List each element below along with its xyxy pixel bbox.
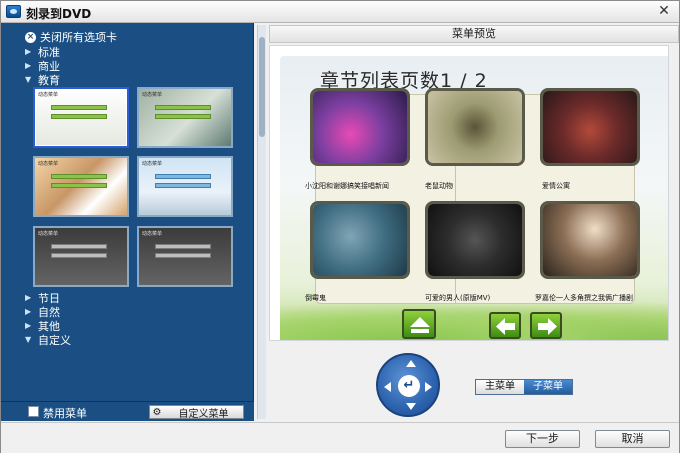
category-other[interactable]: ▶ 其他 (25, 319, 60, 333)
chapter-image (543, 204, 637, 276)
enter-icon[interactable]: ↵ (398, 375, 420, 397)
app-icon (6, 5, 21, 18)
expand-arrow-icon: ▶ (25, 47, 32, 56)
dpad-left-icon[interactable] (384, 382, 391, 392)
theme-thumbnail-2[interactable]: 动态菜单 (137, 87, 233, 148)
thumb-bar (155, 183, 211, 188)
dpad-up-icon[interactable] (406, 360, 416, 367)
background-hills (280, 301, 668, 340)
collapse-all-icon: × (25, 31, 36, 43)
thumb-bar (155, 114, 211, 119)
disable-menu-label: 禁用菜单 (43, 407, 87, 420)
menu-preview-header: 菜单预览 (269, 25, 679, 43)
next-button[interactable]: 下一步 (505, 430, 580, 448)
custom-menu-button[interactable]: ⚙ 自定义菜单 (149, 405, 244, 420)
theme-thumbnail-3[interactable]: 动态菜单 (33, 156, 129, 217)
thumb-bar (155, 253, 211, 258)
thumb-bar (51, 183, 107, 188)
category-holiday[interactable]: ▶ 节日 (25, 291, 60, 305)
category-education[interactable]: ▼ 教育 (25, 73, 60, 87)
menu-tab-toggle: 主菜单 子菜单 (475, 379, 573, 395)
custom-menu-label: 自定义菜单 (178, 408, 229, 420)
chapter-caption-6: 罗嘉伦一人多角撰之我俩广播剧 (535, 294, 633, 302)
theme-thumbnail-grid: 动态菜单 动态菜单 动态菜单 动态菜单 动态菜单 动态菜单 (33, 87, 233, 291)
chapter-caption-4: 倒霉鬼 (305, 294, 326, 302)
thumb-tag: 动态菜单 (142, 161, 163, 167)
gear-icon: ⚙ (152, 406, 162, 418)
theme-thumbnail-4[interactable]: 动态菜单 (137, 156, 233, 217)
chapter-thumbnail-3[interactable] (540, 88, 640, 166)
collapse-arrow-icon: ▼ (25, 75, 32, 84)
cancel-button[interactable]: 取消 (595, 430, 670, 448)
thumb-tag: 动态菜单 (142, 92, 163, 98)
expand-arrow-icon: ▶ (25, 293, 32, 302)
tab-main-menu[interactable]: 主菜单 (476, 380, 524, 394)
thumb-tag: 动态菜单 (38, 231, 59, 237)
category-business[interactable]: ▶ 商业 (25, 59, 60, 73)
eject-icon (410, 317, 430, 333)
previous-page-button[interactable] (489, 312, 521, 339)
chapter-thumbnail-2[interactable] (425, 88, 525, 166)
expand-arrow-icon: ▶ (25, 61, 32, 70)
close-window-button[interactable]: ✕ (655, 3, 673, 20)
next-page-button[interactable] (530, 312, 562, 339)
thumb-bar (155, 244, 211, 249)
theme-panel: × 关闭所有选项卡 ▶ 标准 ▶ 商业 ▼ 教育 动态菜单 动态菜单 动态菜单 (1, 23, 254, 421)
chapter-thumbnail-4[interactable] (310, 201, 410, 279)
menu-preview-area: 章节列表页数1 / 2 小沈阳和谢娜搞笑接唱新闻 老鼠动物 爱情公寓 倒霉鬼 可… (269, 45, 669, 341)
thumb-bar (51, 253, 107, 258)
thumb-bar (51, 114, 107, 119)
chapter-caption-2: 老鼠动物 (425, 182, 453, 190)
dpad-right-icon[interactable] (425, 382, 432, 392)
main-menu-nav-button[interactable] (402, 309, 436, 339)
theme-thumbnail-5[interactable]: 动态菜单 (33, 226, 129, 287)
category-standard[interactable]: ▶ 标准 (25, 45, 60, 59)
disable-menu-checkbox[interactable] (28, 406, 39, 417)
chapter-caption-1: 小沈阳和谢娜搞笑接唱新闻 (305, 182, 389, 190)
chapter-caption-5: 可爱的男人(原版MV) (425, 294, 491, 302)
chapter-thumbnail-1[interactable] (310, 88, 410, 166)
category-nature[interactable]: ▶ 自然 (25, 305, 60, 319)
preview-stage: 章节列表页数1 / 2 小沈阳和谢娜搞笑接唱新闻 老鼠动物 爱情公寓 倒霉鬼 可… (280, 56, 668, 340)
theme-thumbnail-1[interactable]: 动态菜单 (33, 87, 129, 148)
category-label: 自定义 (38, 333, 71, 347)
chapter-image (313, 91, 407, 163)
arrow-right-icon (538, 318, 557, 335)
tab-sub-menu[interactable]: 子菜单 (524, 380, 572, 394)
thumb-bar (51, 244, 107, 249)
close-all-tabs-link[interactable]: × 关闭所有选项卡 (25, 30, 117, 44)
thumb-tag: 动态菜单 (38, 92, 59, 98)
title-bar: 刻录到DVD ✕ (1, 1, 679, 23)
collapse-arrow-icon: ▼ (25, 335, 32, 344)
scrollbar-thumb[interactable] (259, 37, 265, 137)
chapter-thumbnail-5[interactable] (425, 201, 525, 279)
dpad-down-icon[interactable] (406, 403, 416, 410)
dvd-burn-window: 刻录到DVD ✕ × 关闭所有选项卡 ▶ 标准 ▶ 商业 ▼ 教育 动态菜单 动… (0, 0, 680, 453)
theme-thumbnail-6[interactable]: 动态菜单 (137, 226, 233, 287)
thumb-tag: 动态菜单 (38, 161, 59, 167)
chapter-image (428, 91, 522, 163)
thumb-bar (155, 105, 211, 110)
chapter-thumbnail-6[interactable] (540, 201, 640, 279)
category-custom[interactable]: ▼ 自定义 (25, 333, 71, 347)
remote-dpad: ↵ (376, 353, 440, 417)
thumb-bar (155, 174, 211, 179)
thumb-bar (51, 105, 107, 110)
category-label: 教育 (38, 73, 60, 87)
thumb-bar (51, 174, 107, 179)
window-title: 刻录到DVD (26, 7, 92, 21)
chapter-image (428, 204, 522, 276)
theme-panel-scrollbar[interactable] (257, 25, 266, 419)
arrow-left-icon (496, 318, 515, 335)
chapter-image (313, 204, 407, 276)
chapter-image (543, 91, 637, 163)
expand-arrow-icon: ▶ (25, 321, 32, 330)
chapter-caption-3: 爱情公寓 (542, 182, 570, 190)
thumb-tag: 动态菜单 (142, 231, 163, 237)
expand-arrow-icon: ▶ (25, 307, 32, 316)
